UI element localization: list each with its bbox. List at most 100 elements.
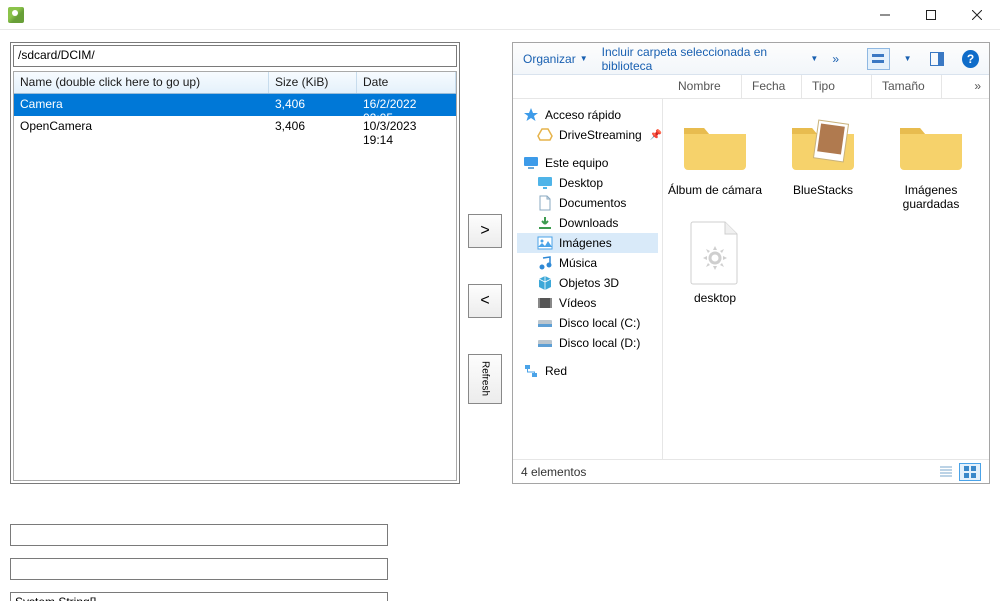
item-label: BlueStacks <box>793 183 853 211</box>
folder-icon <box>679 109 751 181</box>
close-button[interactable] <box>954 0 1000 30</box>
desktop-icon <box>537 175 553 191</box>
android-pane: /sdcard/DCIM/ Name (double click here to… <box>10 42 460 484</box>
explorer-toolbar: Organizar ▼ Incluir carpeta seleccionada… <box>513 43 989 75</box>
grid-row[interactable]: Camera 3,406 16/2/2022 02:05 <box>14 94 456 116</box>
item-label: desktop <box>694 291 736 319</box>
tree-this-pc[interactable]: Este equipo <box>517 153 658 173</box>
bottom-field-3[interactable]: System.String[] <box>10 592 388 601</box>
copy-left-button[interactable]: < <box>468 284 502 318</box>
tree-documents[interactable]: Documentos <box>517 193 658 213</box>
photo-folder-icon <box>787 109 859 181</box>
chevron-down-icon: ▼ <box>580 54 588 63</box>
music-icon <box>537 255 553 271</box>
cell-name: OpenCamera <box>14 116 269 138</box>
tree-label: Imágenes <box>559 236 612 250</box>
tree-label: Downloads <box>559 216 618 230</box>
tree-music[interactable]: Música <box>517 253 658 273</box>
folder-item[interactable]: Imágenes guardadas <box>883 109 979 211</box>
tree-label: Documentos <box>559 196 626 210</box>
help-icon[interactable]: ? <box>962 50 979 68</box>
tree-videos[interactable]: Vídeos <box>517 293 658 313</box>
cell-date: 10/3/2023 19:14 <box>357 116 456 138</box>
cell-name: Camera <box>14 94 269 116</box>
star-icon <box>523 107 539 123</box>
col-type[interactable]: Tipo <box>802 75 872 98</box>
chevron-down-icon: ▼ <box>810 54 818 63</box>
tree-drivestreaming[interactable]: DriveStreaming 📌 <box>517 125 658 145</box>
preview-pane-button[interactable] <box>926 48 949 70</box>
tree-pictures[interactable]: Imágenes <box>517 233 658 253</box>
cell-size: 3,406 <box>269 94 357 116</box>
bottom-field-2[interactable] <box>10 558 388 580</box>
icons-view-button[interactable] <box>959 463 981 481</box>
disk-icon <box>537 335 553 351</box>
picture-icon <box>537 235 553 251</box>
include-button[interactable]: Incluir carpeta seleccionada en bibliote… <box>602 45 819 73</box>
tree-label: Disco local (C:) <box>559 316 640 330</box>
settings-file-icon <box>679 217 751 289</box>
tree-label: Desktop <box>559 176 603 190</box>
tree-downloads[interactable]: Downloads <box>517 213 658 233</box>
tree-label: Acceso rápido <box>545 108 621 122</box>
organize-label: Organizar <box>523 52 576 66</box>
item-label: Álbum de cámara <box>668 183 762 211</box>
explorer-status: 4 elementos <box>513 459 989 483</box>
toolbar-more-button[interactable]: » <box>832 52 839 66</box>
view-mode-button[interactable] <box>867 48 890 70</box>
folder-icon <box>895 109 967 181</box>
cell-size: 3,406 <box>269 116 357 138</box>
grid-row[interactable]: OpenCamera 3,406 10/3/2023 19:14 <box>14 116 456 138</box>
tree-label: Este equipo <box>545 156 608 170</box>
pin-icon: 📌 <box>650 130 662 141</box>
chevron-down-icon[interactable]: ▼ <box>904 54 912 63</box>
monitor-icon <box>523 155 539 171</box>
minimize-button[interactable] <box>862 0 908 30</box>
network-icon <box>523 363 539 379</box>
tree-desktop[interactable]: Desktop <box>517 173 658 193</box>
bottom-field-1[interactable] <box>10 524 388 546</box>
col-date[interactable]: Fecha <box>742 75 802 98</box>
tree-3dobjects[interactable]: Objetos 3D <box>517 273 658 293</box>
cell-date: 16/2/2022 02:05 <box>357 94 456 116</box>
organize-button[interactable]: Organizar ▼ <box>523 52 588 66</box>
tree-pane: Acceso rápido DriveStreaming 📌 Este equi… <box>513 99 663 459</box>
include-label: Incluir carpeta seleccionada en bibliote… <box>602 45 807 73</box>
tree-quick-access[interactable]: Acceso rápido <box>517 105 658 125</box>
copy-right-button[interactable]: > <box>468 214 502 248</box>
cube-icon <box>537 275 553 291</box>
app-icon <box>8 7 24 23</box>
col-name[interactable]: Nombre <box>668 75 742 98</box>
col-size[interactable]: Tamaño <box>872 75 942 98</box>
tree-label: Red <box>545 364 567 378</box>
drive-icon <box>537 127 553 143</box>
file-item[interactable]: desktop <box>667 217 763 319</box>
header-name[interactable]: Name (double click here to go up) <box>14 72 269 93</box>
file-grid: Name (double click here to go up) Size (… <box>13 71 457 481</box>
items-pane[interactable]: Álbum de cámara BlueStacks <box>663 99 989 459</box>
col-more[interactable]: » <box>942 75 989 98</box>
folder-item[interactable]: BlueStacks <box>775 109 871 211</box>
download-icon <box>537 215 553 231</box>
tree-disk-d[interactable]: Disco local (D:) <box>517 333 658 353</box>
tree-network[interactable]: Red <box>517 361 658 381</box>
path-field[interactable]: /sdcard/DCIM/ <box>13 45 457 67</box>
tree-disk-c[interactable]: Disco local (C:) <box>517 313 658 333</box>
video-icon <box>537 295 553 311</box>
tree-label: Música <box>559 256 597 270</box>
disk-icon <box>537 315 553 331</box>
header-size[interactable]: Size (KiB) <box>269 72 357 93</box>
refresh-button[interactable]: Refresh <box>468 354 502 404</box>
grid-header: Name (double click here to go up) Size (… <box>14 72 456 94</box>
status-count: 4 elementos <box>521 465 586 479</box>
item-label: Imágenes guardadas <box>883 183 979 211</box>
folder-item[interactable]: Álbum de cámara <box>667 109 763 211</box>
tree-label: Disco local (D:) <box>559 336 640 350</box>
details-view-button[interactable] <box>935 463 957 481</box>
explorer-columns: Nombre Fecha Tipo Tamaño » <box>513 75 989 99</box>
explorer-pane: Organizar ▼ Incluir carpeta seleccionada… <box>512 42 990 484</box>
header-date[interactable]: Date <box>357 72 456 93</box>
maximize-button[interactable] <box>908 0 954 30</box>
titlebar <box>0 0 1000 30</box>
tree-label: DriveStreaming <box>559 128 642 142</box>
